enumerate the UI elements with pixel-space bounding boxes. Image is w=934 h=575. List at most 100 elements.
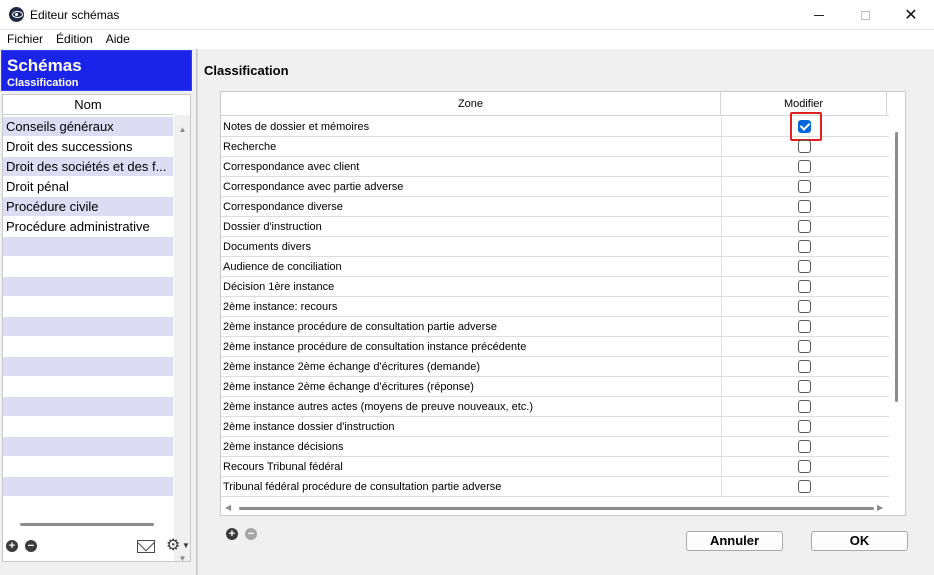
modifier-checkbox[interactable] — [798, 460, 811, 473]
modifier-checkbox[interactable] — [798, 380, 811, 393]
table-vertical-scrollbar[interactable] — [889, 112, 905, 497]
schema-header-subtitle: Classification — [7, 77, 79, 89]
table-row[interactable]: 2ème instance autres actes (moyens de pr… — [221, 397, 889, 417]
schema-toolbar: + − ⚙ ▼ — [0, 537, 196, 557]
add-schema-button[interactable]: + — [6, 540, 18, 552]
modifier-checkbox[interactable] — [798, 420, 811, 433]
table-row[interactable]: Recherche — [221, 137, 889, 157]
column-divider — [721, 237, 722, 257]
list-item[interactable]: Procédure civile — [3, 197, 173, 217]
zone-cell: Recherche — [223, 141, 277, 153]
column-divider — [721, 417, 722, 437]
table-row[interactable]: Recours Tribunal fédéral — [221, 457, 889, 477]
table-row[interactable]: Dossier d'instruction — [221, 217, 889, 237]
modifier-checkbox[interactable] — [798, 320, 811, 333]
menu-aide[interactable]: Aide — [106, 30, 130, 49]
list-item[interactable]: Procédure administrative — [3, 217, 173, 237]
modifier-checkbox[interactable] — [798, 340, 811, 353]
minimize-button[interactable] — [796, 0, 842, 30]
modifier-checkbox[interactable] — [798, 440, 811, 453]
table-hscroll-thumb[interactable] — [239, 507, 874, 510]
column-divider — [721, 317, 722, 337]
list-item[interactable]: Droit pénal — [3, 177, 173, 197]
modifier-checkbox[interactable] — [798, 140, 811, 153]
list-item[interactable]: Droit des successions — [3, 137, 173, 157]
table-row[interactable]: 2ème instance décisions — [221, 437, 889, 457]
table-row[interactable]: 2ème instance procédure de consultation … — [221, 317, 889, 337]
add-zone-button[interactable]: + — [226, 528, 238, 540]
modifier-checkbox[interactable] — [798, 480, 811, 493]
modifier-checkbox[interactable] — [798, 360, 811, 373]
schema-list-rows: Conseils généraux Droit des successions Dr… — [3, 117, 173, 517]
modifier-checkbox[interactable] — [798, 240, 811, 253]
remove-zone-button[interactable]: − — [245, 528, 257, 540]
list-item — [3, 337, 173, 357]
table-vscroll-thumb[interactable] — [895, 132, 898, 402]
menu-fichier[interactable]: Fichier — [7, 30, 43, 49]
table-row[interactable]: 2ème instance 2ème échange d'écritures (… — [221, 357, 889, 377]
scroll-right-icon[interactable]: ▶ — [877, 503, 883, 513]
column-divider — [721, 217, 722, 237]
cancel-button[interactable]: Annuler — [686, 531, 783, 551]
close-button[interactable]: ✕ — [888, 0, 934, 30]
modifier-checkbox[interactable] — [798, 260, 811, 273]
table-body: Notes de dossier et mémoires Recherche Cor… — [221, 112, 889, 497]
table-row[interactable]: Correspondance diverse — [221, 197, 889, 217]
modifier-checkbox[interactable] — [798, 280, 811, 293]
modifier-checkbox[interactable] — [798, 180, 811, 193]
list-item — [3, 457, 173, 477]
column-divider — [721, 377, 722, 397]
panel-splitter[interactable] — [196, 49, 198, 575]
column-divider — [721, 277, 722, 297]
schema-list-header-nom[interactable]: Nom — [3, 95, 173, 115]
table-row[interactable]: 2ème instance 2ème échange d'écritures (… — [221, 377, 889, 397]
ok-button[interactable]: OK — [811, 531, 908, 551]
scroll-left-icon[interactable]: ◀ — [225, 503, 231, 513]
table-row[interactable]: 2ème instance procédure de consultation … — [221, 337, 889, 357]
modifier-checkbox[interactable] — [798, 400, 811, 413]
schema-list[interactable]: Nom Conseils généraux Droit des successio… — [2, 94, 191, 562]
table-row[interactable]: Tribunal fédéral procédure de consultati… — [221, 477, 889, 497]
gear-icon[interactable]: ⚙ — [166, 538, 180, 554]
list-item[interactable]: Droit des sociétés et des f... — [3, 157, 173, 177]
table-row[interactable]: Audience de conciliation — [221, 257, 889, 277]
zone-cell: Tribunal fédéral procédure de consultati… — [223, 481, 502, 493]
table-row[interactable]: Correspondance avec client — [221, 157, 889, 177]
menu-edition[interactable]: Édition — [56, 30, 93, 49]
table-header: Zone Modifier — [221, 92, 889, 116]
maximize-icon — [860, 10, 870, 20]
list-item — [3, 477, 173, 497]
schema-header: Schémas Classification — [1, 50, 192, 91]
scroll-up-icon[interactable]: ▲ — [174, 123, 190, 137]
column-divider — [721, 177, 722, 197]
zone-cell: 2ème instance procédure de consultation … — [223, 321, 497, 333]
table-horizontal-scrollbar[interactable]: ◀ ▶ — [221, 500, 889, 515]
table-row[interactable]: Notes de dossier et mémoires — [221, 112, 889, 141]
chevron-down-icon[interactable]: ▼ — [182, 541, 190, 550]
column-divider — [721, 477, 722, 497]
modifier-checkbox[interactable] — [798, 160, 811, 173]
column-divider — [721, 197, 722, 217]
table-row[interactable]: Documents divers — [221, 237, 889, 257]
mail-icon[interactable] — [137, 540, 155, 553]
column-divider — [721, 257, 722, 277]
column-header-zone[interactable]: Zone — [221, 92, 721, 116]
list-item[interactable]: Conseils généraux — [3, 117, 173, 137]
table-row[interactable]: 2ème instance: recours — [221, 297, 889, 317]
table-row[interactable]: Décision 1ère instance — [221, 277, 889, 297]
maximize-button[interactable] — [842, 0, 888, 30]
table-row[interactable]: 2ème instance dossier d'instruction — [221, 417, 889, 437]
zone-cell: Documents divers — [223, 241, 312, 253]
zone-cell: Notes de dossier et mémoires — [223, 121, 370, 133]
table-row[interactable]: Correspondance avec partie adverse — [221, 177, 889, 197]
modifier-checkbox[interactable] — [798, 200, 811, 213]
column-divider — [721, 157, 722, 177]
zone-cell: 2ème instance procédure de consultation … — [223, 341, 527, 353]
modifier-checkbox[interactable] — [798, 220, 811, 233]
column-divider — [721, 437, 722, 457]
modifier-checkbox[interactable] — [798, 300, 811, 313]
remove-schema-button[interactable]: − — [25, 540, 37, 552]
schema-list-hscroll-thumb[interactable] — [20, 523, 154, 526]
schema-list-scrollbar[interactable]: ▲ ▼ — [174, 115, 190, 561]
column-divider — [721, 297, 722, 317]
